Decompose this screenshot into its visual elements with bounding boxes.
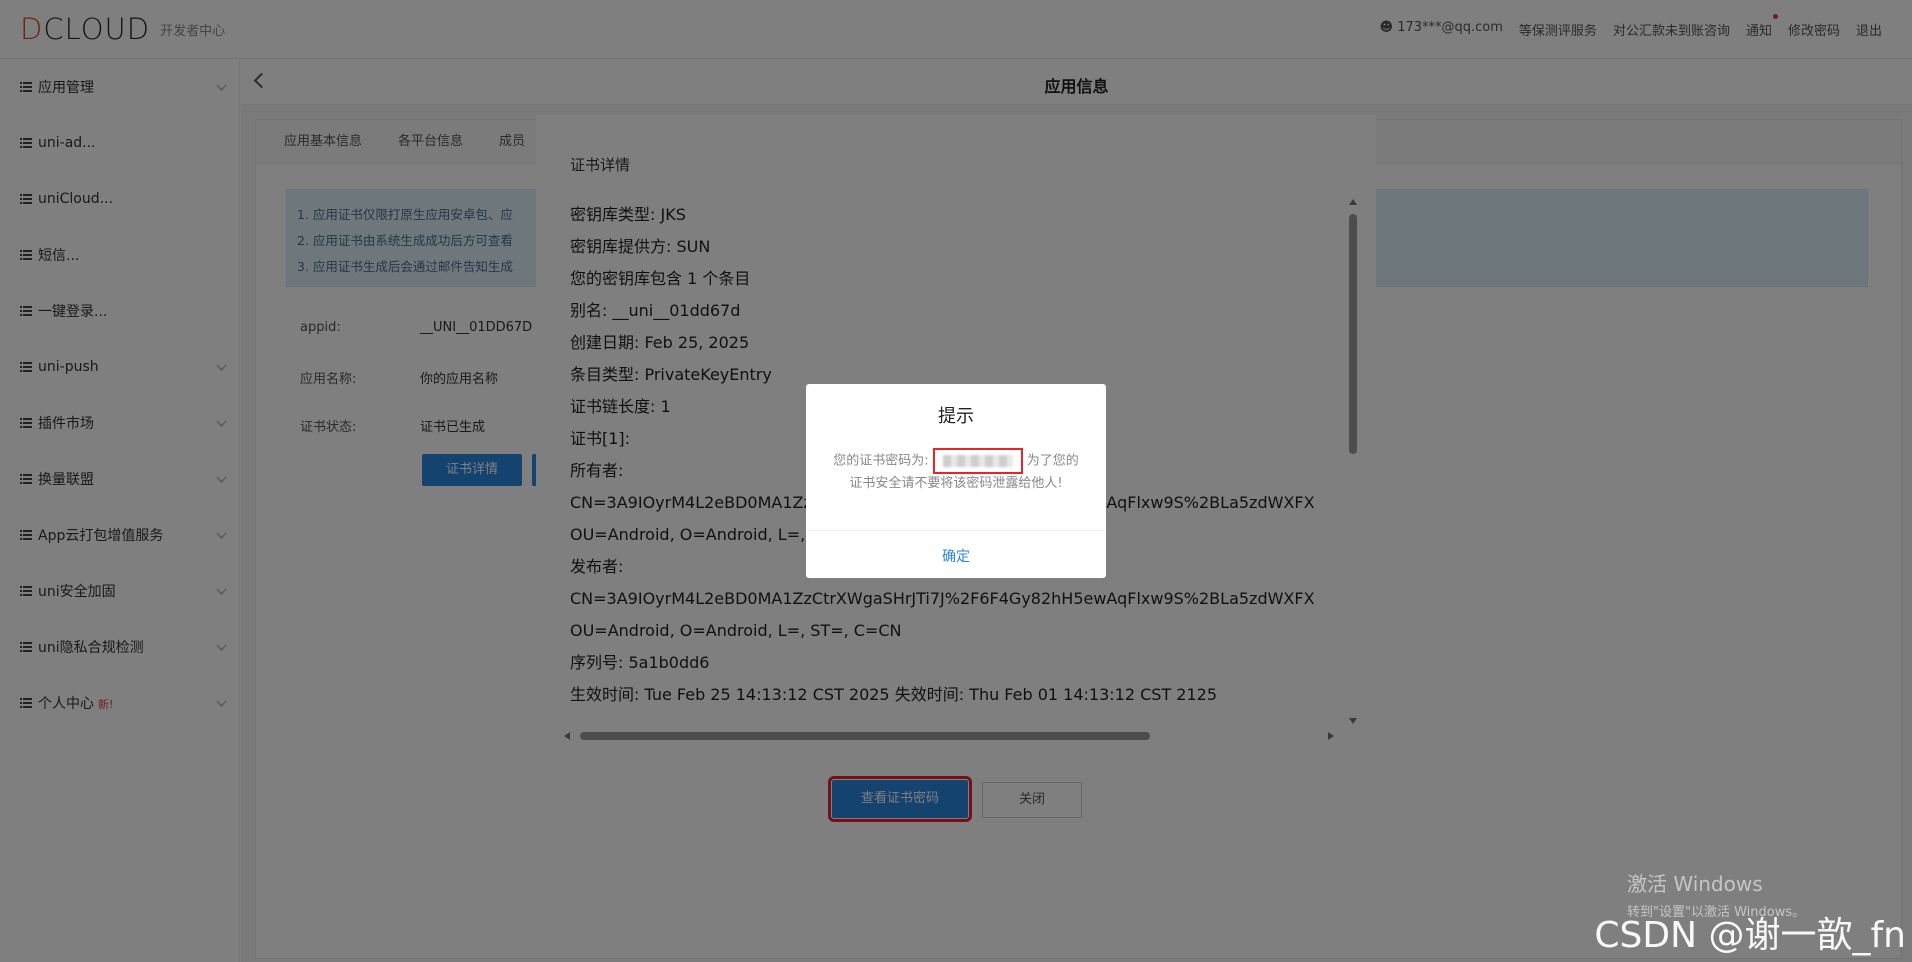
divider xyxy=(806,530,1106,531)
tip-title: 提示 xyxy=(938,406,974,427)
tip-dialog: 提示 您的证书密码为: 为了您的证书安全请不要将该密码泄露给他人! 确定 xyxy=(806,384,1106,578)
confirm-button[interactable]: 确定 xyxy=(806,546,1106,566)
csdn-watermark: CSDN @谢一歆_fn xyxy=(1594,915,1906,956)
password-redacted-box xyxy=(932,448,1023,474)
blurred-password xyxy=(942,455,1013,467)
tip-message: 您的证书密码为: 为了您的证书安全请不要将该密码泄露给他人! xyxy=(830,448,1082,494)
